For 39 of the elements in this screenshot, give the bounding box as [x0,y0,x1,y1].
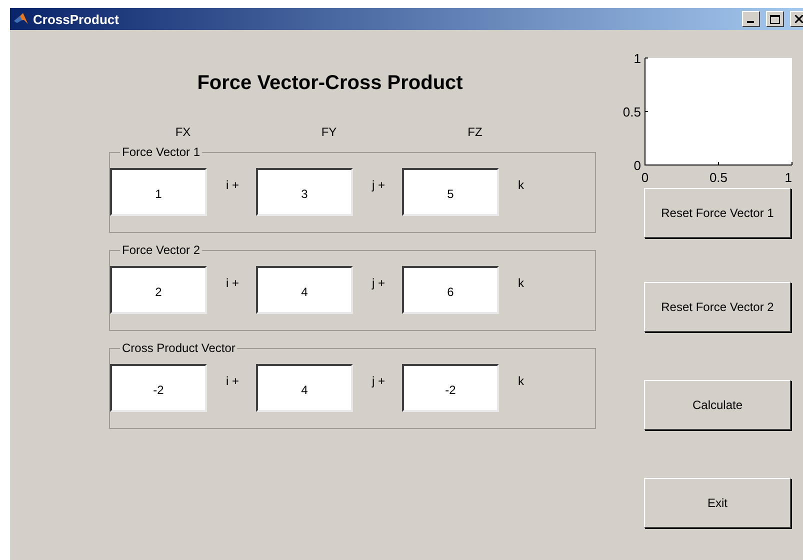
unit-label: j + [370,275,386,290]
heading: Force Vector-Cross Product [196,72,464,95]
unit-label: i + [225,177,240,192]
tick-label: 0 [641,170,649,185]
unit-label: k [517,373,525,388]
input-field[interactable]: 4 [256,364,353,412]
panel-title: Cross Product Vector [121,341,236,355]
minimize-icon[interactable] [742,11,760,27]
column-header: FX [174,125,192,141]
input-field[interactable]: -2 [402,364,499,412]
tick-label: 1 [784,170,792,185]
unit-label: j + [370,373,386,388]
input-field[interactable]: 3 [256,168,353,216]
column-header: FY [320,125,338,141]
column-header: FZ [466,125,484,141]
tick-label: 0 [634,158,641,173]
unit-label: i + [225,275,240,290]
input-field[interactable]: 2 [110,266,207,314]
input-field[interactable]: 1 [110,168,207,216]
input-field[interactable]: 6 [402,266,499,314]
tick-label: 1 [634,51,641,66]
input-field[interactable]: 5 [402,168,499,216]
input-field[interactable]: 4 [256,266,353,314]
panel-title: Force Vector 1 [121,145,202,159]
maximize-icon[interactable] [766,11,784,27]
unit-label: k [517,275,525,290]
unit-label: i + [225,373,240,388]
tick-label: 0.5 [622,104,641,120]
input-field[interactable]: -2 [110,364,207,412]
action-button[interactable]: Reset Force Vector 1 [644,188,791,238]
unit-label: k [517,177,525,192]
action-button[interactable]: Reset Force Vector 2 [644,282,791,332]
close-icon[interactable] [790,11,803,27]
action-button[interactable]: Calculate [644,380,791,430]
window-title: CrossProduct [33,12,120,26]
tick-label: 0.5 [709,170,728,185]
action-button[interactable]: Exit [644,478,791,528]
panel-title: Force Vector 2 [121,243,202,257]
unit-label: j + [370,177,386,192]
